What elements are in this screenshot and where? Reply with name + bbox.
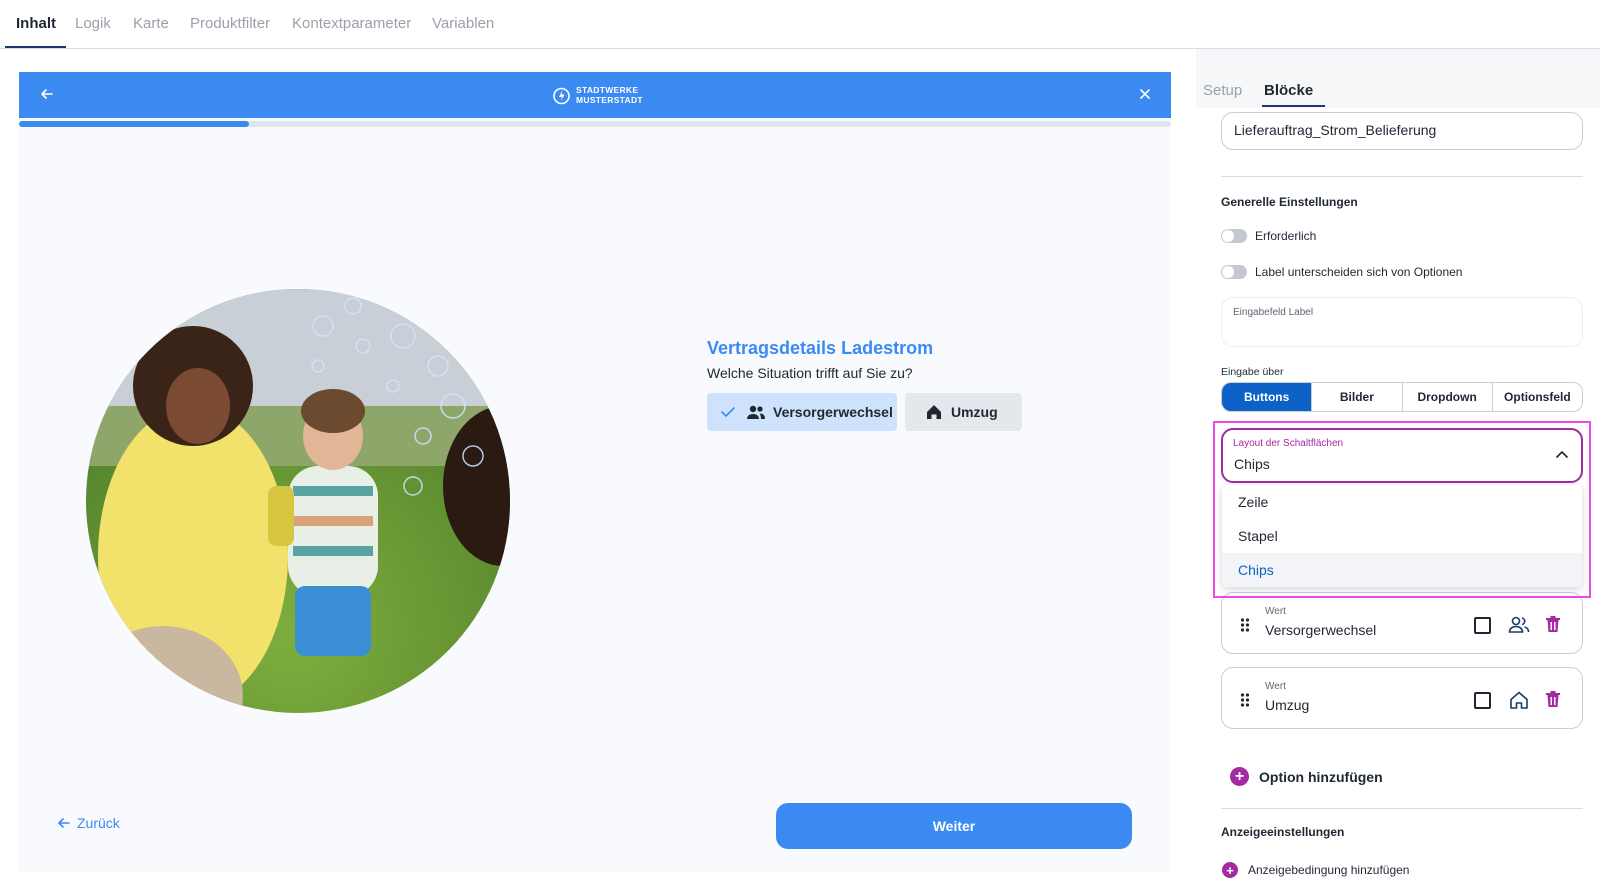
back-link[interactable]: Zurück bbox=[57, 815, 120, 831]
question-subtitle: Welche Situation trifft auf Sie zu? bbox=[707, 365, 913, 381]
option-card-umzug: Wert Umzug bbox=[1221, 667, 1583, 729]
input-via-label: Eingabe über bbox=[1221, 366, 1284, 378]
form-header: STADTWERKE MUSTERSTADT bbox=[19, 72, 1171, 118]
trash-icon[interactable] bbox=[1545, 615, 1561, 633]
children-playing-photo bbox=[86, 289, 510, 713]
seg-bilder[interactable]: Bilder bbox=[1312, 383, 1403, 411]
option-card-versorgerwechsel: Wert Versorgerwechsel bbox=[1221, 592, 1583, 654]
add-option-button[interactable]: + Option hinzufügen bbox=[1230, 767, 1383, 786]
tab-logik[interactable]: Logik bbox=[75, 15, 111, 32]
input-via-segmented-control: Buttons Bilder Dropdown Optionsfeld bbox=[1221, 382, 1583, 412]
toggle-label: Label unterscheiden sich von Optionen bbox=[1255, 265, 1463, 279]
toggle-switch[interactable] bbox=[1221, 265, 1247, 279]
divider bbox=[1221, 808, 1583, 809]
flame-logo-icon bbox=[553, 87, 570, 105]
seg-buttons[interactable]: Buttons bbox=[1222, 383, 1313, 411]
tab-bloecke[interactable]: Blöcke bbox=[1264, 82, 1313, 99]
close-icon[interactable] bbox=[1137, 86, 1153, 102]
input-label-field[interactable]: Eingabefeld Label bbox=[1221, 297, 1583, 347]
logo-line-1: STADTWERKE bbox=[576, 85, 639, 95]
back-label: Zurück bbox=[77, 815, 120, 831]
active-tab-indicator bbox=[5, 46, 66, 48]
default-checkbox[interactable] bbox=[1474, 692, 1491, 709]
plus-icon: + bbox=[1222, 862, 1238, 878]
display-settings-title: Anzeigeeinstellungen bbox=[1221, 825, 1345, 839]
add-option-label: Option hinzufügen bbox=[1259, 768, 1383, 785]
tab-karte[interactable]: Karte bbox=[133, 15, 169, 32]
home-icon[interactable] bbox=[1508, 690, 1530, 710]
default-checkbox[interactable] bbox=[1474, 617, 1491, 634]
drag-handle-icon[interactable] bbox=[1240, 692, 1250, 708]
toggle-row-label-differs[interactable]: Label unterscheiden sich von Optionen bbox=[1221, 265, 1462, 279]
question-title: Vertragsdetails Ladestrom bbox=[707, 338, 934, 358]
seg-dropdown[interactable]: Dropdown bbox=[1403, 383, 1493, 411]
chip-umzug[interactable]: Umzug bbox=[905, 393, 1022, 431]
chip-versorgerwechsel[interactable]: Versorgerwechsel bbox=[707, 393, 897, 431]
top-tab-bar: Inhalt Logik Karte Produktfilter Kontext… bbox=[0, 0, 1600, 49]
next-button[interactable]: Weiter bbox=[776, 803, 1132, 849]
tab-setup[interactable]: Setup bbox=[1203, 82, 1242, 99]
value-label: Wert bbox=[1265, 681, 1286, 692]
value-label: Wert bbox=[1265, 606, 1286, 617]
seg-optionsfeld[interactable]: Optionsfeld bbox=[1493, 383, 1582, 411]
toggle-switch[interactable] bbox=[1221, 229, 1247, 243]
divider bbox=[1221, 176, 1583, 177]
value-text[interactable]: Versorgerwechsel bbox=[1265, 622, 1376, 638]
tab-inhalt[interactable]: Inhalt bbox=[16, 15, 56, 32]
users-icon[interactable] bbox=[1508, 615, 1530, 635]
block-name-input[interactable]: Lieferauftrag_Strom_Belieferung bbox=[1221, 112, 1583, 150]
add-condition-label: Anzeigebedingung hinzufügen bbox=[1248, 863, 1410, 877]
form-preview-area: STADTWERKE MUSTERSTADT Vertragsdetails L… bbox=[0, 49, 1196, 872]
logo-line-2: MUSTERSTADT bbox=[576, 95, 643, 105]
focus-highlight-frame bbox=[1213, 421, 1591, 598]
input-label-placeholder: Eingabefeld Label bbox=[1233, 307, 1314, 318]
value-text[interactable]: Umzug bbox=[1265, 697, 1309, 713]
general-settings-title: Generelle Einstellungen bbox=[1221, 195, 1358, 209]
toggle-row-required[interactable]: Erforderlich bbox=[1221, 229, 1316, 243]
progress-fill bbox=[19, 121, 250, 127]
users-icon bbox=[747, 405, 765, 419]
tab-produktfilter[interactable]: Produktfilter bbox=[190, 15, 270, 32]
panel-active-tab-indicator bbox=[1262, 105, 1325, 107]
trash-icon[interactable] bbox=[1545, 690, 1561, 708]
arrow-left-icon bbox=[58, 818, 70, 828]
chip-label: Versorgerwechsel bbox=[773, 404, 893, 420]
drag-handle-icon[interactable] bbox=[1240, 617, 1250, 633]
tab-variablen[interactable]: Variablen bbox=[432, 15, 494, 32]
add-condition-button[interactable]: + Anzeigebedingung hinzufügen bbox=[1222, 862, 1409, 878]
form-preview-frame: STADTWERKE MUSTERSTADT Vertragsdetails L… bbox=[19, 72, 1171, 872]
home-icon bbox=[927, 405, 941, 419]
tab-kontextparameter[interactable]: Kontextparameter bbox=[292, 15, 411, 32]
progress-bar bbox=[19, 121, 1171, 127]
brand-logo: STADTWERKE MUSTERSTADT bbox=[553, 83, 643, 107]
toggle-label: Erforderlich bbox=[1255, 229, 1317, 243]
check-icon bbox=[721, 407, 735, 417]
plus-icon: + bbox=[1230, 767, 1249, 786]
chip-label: Umzug bbox=[951, 404, 998, 420]
arrow-left-icon[interactable] bbox=[39, 86, 55, 102]
